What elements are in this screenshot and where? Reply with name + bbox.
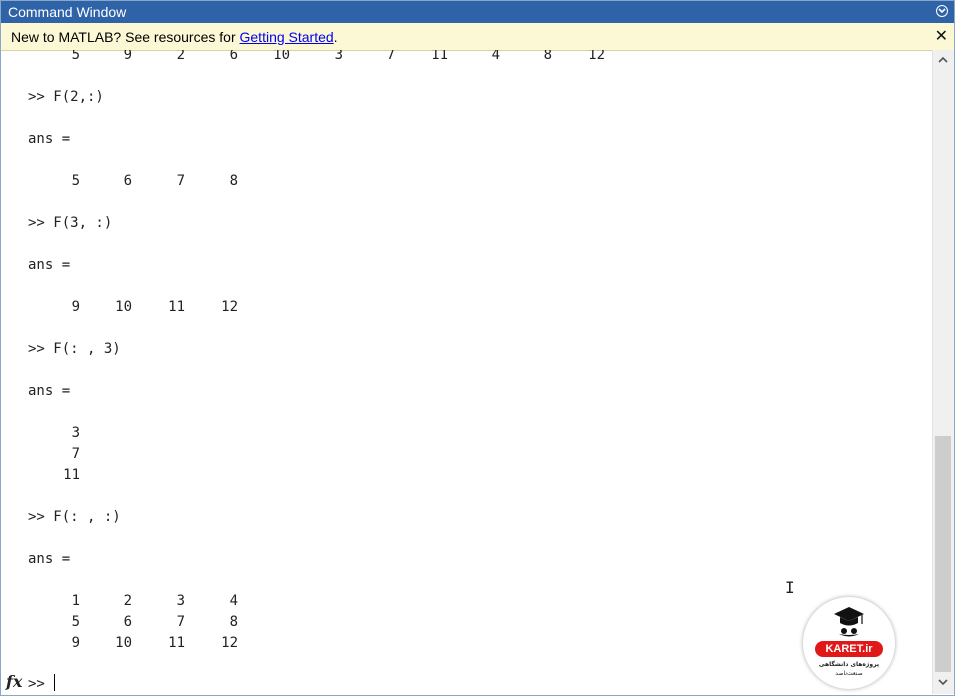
output-value: 9	[123, 50, 132, 63]
matrix-cell: 12	[221, 635, 238, 651]
ans-label: ans =	[28, 131, 71, 147]
command-prompt: >>	[28, 676, 45, 692]
matrix-cell: 11	[168, 635, 185, 651]
matrix-cell: 10	[115, 635, 132, 651]
output-value: 9	[71, 299, 80, 315]
graduation-cap-icon	[834, 607, 864, 637]
info-text: New to MATLAB? See resources for	[11, 29, 240, 45]
info-bar: New to MATLAB? See resources for Getting…	[1, 23, 954, 51]
scroll-down-icon[interactable]	[938, 678, 948, 686]
command-line: >> F(: , :)	[28, 509, 121, 525]
output-value: 8	[543, 50, 552, 63]
console-output[interactable]: 5 9 2 6 10 3 7 11 4 8 12 >> F(2,:) ans =…	[0, 50, 932, 694]
info-suffix: .	[333, 29, 338, 45]
vertical-scrollbar[interactable]	[932, 50, 954, 694]
info-message: New to MATLAB? See resources for Getting…	[11, 29, 338, 45]
karet-watermark-logo: KARET.ir پروژه‌های دانشگاهی صنعت‌ناصد	[803, 597, 895, 689]
output-value: 11	[63, 467, 80, 483]
output-value: 2	[176, 50, 185, 63]
output-value: 11	[431, 50, 448, 63]
output-value: 7	[71, 446, 80, 462]
matrix-cell: 2	[123, 593, 132, 609]
output-value: 12	[221, 299, 238, 315]
window-actions-icon[interactable]	[936, 5, 948, 17]
scroll-up-icon[interactable]	[938, 56, 948, 64]
output-value: 4	[491, 50, 500, 63]
output-value: 10	[115, 299, 132, 315]
output-value: 10	[273, 50, 290, 63]
matrix-cell: 1	[71, 593, 80, 609]
matrix-cell: 5	[71, 614, 80, 630]
ans-label: ans =	[28, 257, 71, 273]
output-value: 5	[71, 50, 80, 63]
output-value: 3	[71, 425, 80, 441]
matrix-cell: 6	[123, 614, 132, 630]
output-value: 7	[386, 50, 395, 63]
scroll-thumb[interactable]	[935, 436, 951, 672]
watermark-title: KARET.ir	[815, 641, 883, 657]
title-bar: Command Window	[1, 1, 954, 23]
output-value: 6	[123, 173, 132, 189]
matrix-cell: 3	[176, 593, 185, 609]
ans-label: ans =	[28, 383, 71, 399]
ans-label: ans =	[28, 551, 71, 567]
command-line: >> F(3, :)	[28, 215, 113, 231]
getting-started-link[interactable]: Getting Started	[240, 29, 334, 45]
output-value: 12	[588, 50, 605, 63]
output-value: 7	[176, 173, 185, 189]
window-title: Command Window	[8, 4, 127, 20]
command-line: >> F(2,:)	[28, 89, 104, 105]
matrix-cell: 7	[176, 614, 185, 630]
output-value: 5	[71, 173, 80, 189]
command-line: >> F(: , 3)	[28, 341, 121, 357]
output-value: 6	[229, 50, 238, 63]
mouse-ibeam-cursor-icon: I	[785, 578, 795, 597]
chevron-down-icon	[938, 8, 946, 14]
watermark-subtitle-2: صنعت‌ناصد	[835, 670, 863, 677]
matrix-cell: 9	[71, 635, 80, 651]
output-value: 8	[229, 173, 238, 189]
matrix-cell: 8	[229, 614, 238, 630]
watermark-subtitle: پروژه‌های دانشگاهی	[818, 661, 880, 668]
function-browser-icon[interactable]: fx	[6, 672, 22, 691]
text-cursor	[54, 674, 55, 691]
close-icon[interactable]: ✕	[935, 26, 948, 45]
matrix-cell: 4	[229, 593, 238, 609]
output-value: 3	[334, 50, 343, 63]
output-value: 11	[168, 299, 185, 315]
